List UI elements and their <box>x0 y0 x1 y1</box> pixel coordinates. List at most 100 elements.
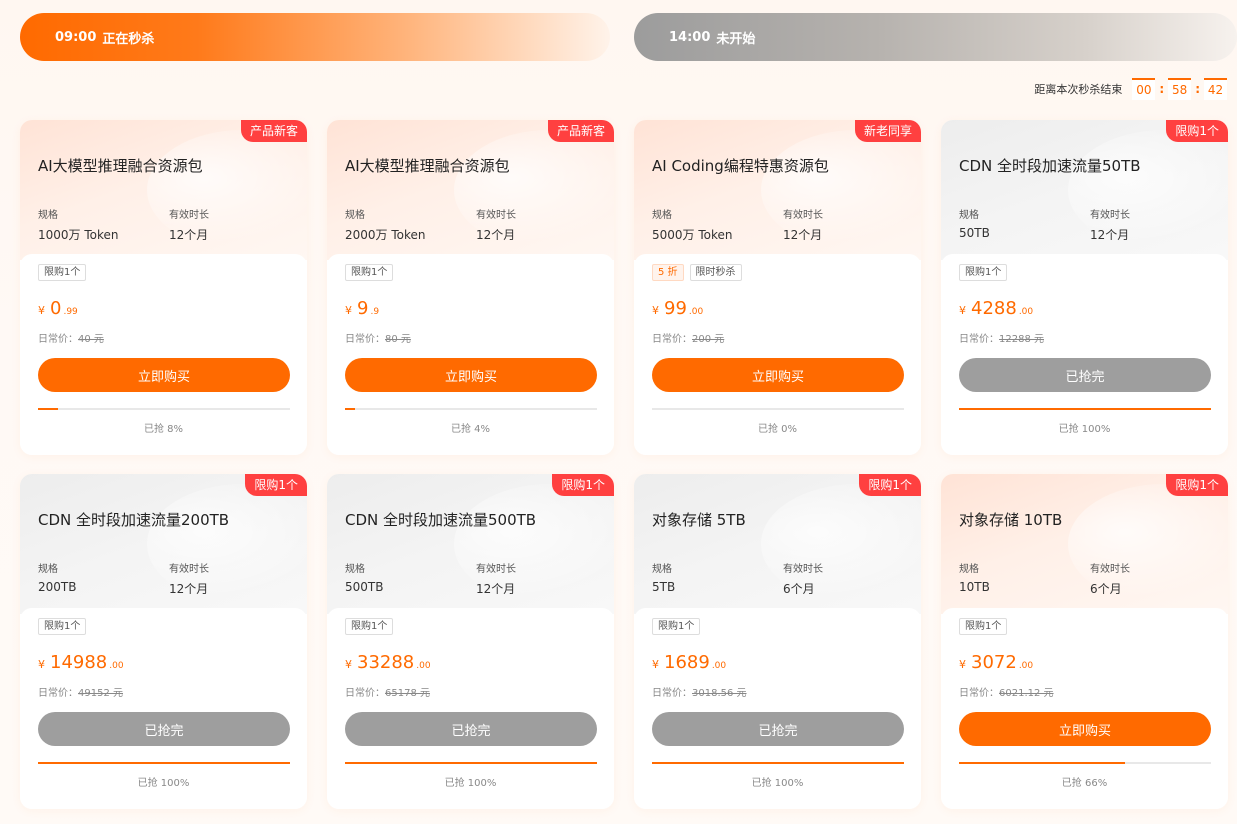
price-integer: 14988 <box>50 652 108 673</box>
duration-value: 12个月 <box>169 582 209 596</box>
duration-value: 12个月 <box>1090 228 1130 242</box>
sales-progress-bar <box>38 762 290 764</box>
duration-label: 有效时长 <box>783 210 823 221</box>
product-badge: 限购1个 <box>1166 474 1228 496</box>
product-title: CDN 全时段加速流量200TB <box>38 511 230 529</box>
product-card: 限购1个 CDN 全时段加速流量200TB 规格 有效时长 200TB 12个月 限购1个 ¥… <box>20 474 307 809</box>
discount-tag: 5 折 <box>652 264 684 281</box>
sale-price: ¥9.9 <box>345 298 379 319</box>
spec-value: 5000万 Token <box>652 228 733 242</box>
original-price: 日常价：3018.56 元 <box>652 684 747 699</box>
original-price: 日常价：6021.12 元 <box>959 684 1054 699</box>
countdown-seconds: 42 <box>1204 78 1227 100</box>
product-badge: 限购1个 <box>1166 120 1228 142</box>
duration-label: 有效时长 <box>1090 210 1130 221</box>
price-decimal: .00 <box>416 661 431 671</box>
duration-value: 12个月 <box>169 228 209 242</box>
price-integer: 4288 <box>971 298 1017 319</box>
sold-out-button[interactable]: 已抢完 <box>345 712 597 746</box>
duration-value: 6个月 <box>783 582 815 596</box>
sale-price: ¥1689.00 <box>652 652 726 673</box>
progress-fill <box>345 408 356 410</box>
price-integer: 3072 <box>971 652 1017 673</box>
original-price-value: 65178 元 <box>385 688 430 699</box>
currency-symbol: ¥ <box>652 304 659 317</box>
card-body: 限购1个 ¥0.99 日常价：40 元立即购买 已抢 8% <box>20 254 307 455</box>
currency-symbol: ¥ <box>959 304 966 317</box>
product-title: AI大模型推理融合资源包 <box>38 157 203 175</box>
duration-value: 12个月 <box>476 228 516 242</box>
tag-list: 5 折限时秒杀 <box>652 264 742 281</box>
original-price: 日常价：80 元 <box>345 330 411 345</box>
buy-now-button[interactable]: 立即购买 <box>959 712 1211 746</box>
session-status: 正在秒杀 <box>102 31 155 47</box>
original-price-label: 日常价： <box>345 334 385 345</box>
duration-label: 有效时长 <box>169 210 209 221</box>
spec-value: 5TB <box>652 580 676 594</box>
session-tab-upcoming[interactable]: 14:00 未开始 <box>634 13 1237 61</box>
buy-now-button[interactable]: 立即购买 <box>345 358 597 392</box>
sold-out-button[interactable]: 已抢完 <box>959 358 1211 392</box>
product-tag: 限购1个 <box>652 618 701 635</box>
progress-text: 已抢 100% <box>137 778 190 789</box>
duration-value: 6个月 <box>1090 582 1122 596</box>
product-tag: 限购1个 <box>38 618 87 635</box>
original-price-value: 40 元 <box>78 334 104 345</box>
original-price: 日常价：49152 元 <box>38 684 123 699</box>
progress-text: 已抢 66% <box>1061 778 1108 789</box>
duration-label: 有效时长 <box>476 564 516 575</box>
progress-text: 已抢 100% <box>444 778 497 789</box>
sold-out-button[interactable]: 已抢完 <box>652 712 904 746</box>
sales-progress-bar <box>345 762 597 764</box>
product-badge: 限购1个 <box>245 474 307 496</box>
price-decimal: .00 <box>711 661 727 671</box>
product-title: CDN 全时段加速流量50TB <box>959 157 1141 175</box>
product-tag: 限购1个 <box>345 264 394 281</box>
original-price-value: 49152 元 <box>78 688 123 699</box>
spec-value: 1000万 Token <box>38 228 119 242</box>
progress-fill <box>38 762 290 764</box>
product-tag: 限购1个 <box>345 618 394 635</box>
product-card: 新老同享 AI Coding编程特惠资源包 规格 有效时长 5000万 Token 12个… <box>634 120 921 455</box>
countdown-separator: : <box>1159 82 1165 96</box>
card-body: 限购1个 ¥14988.00 日常价：49152 元已抢完 已抢 100% <box>20 608 307 809</box>
session-time: 14:00 <box>669 29 711 45</box>
spec-label: 规格 <box>345 210 365 221</box>
sales-progress-bar <box>959 762 1211 764</box>
tag-list: 限购1个 <box>959 264 1008 281</box>
session-tab-active[interactable]: 09:00 正在秒杀 <box>20 13 610 61</box>
product-card: 限购1个 CDN 全时段加速流量50TB 规格 有效时长 50TB 12个月 限购1个 ¥42… <box>941 120 1228 455</box>
original-price-value: 12288 元 <box>999 334 1044 345</box>
original-price-value: 80 元 <box>385 334 411 345</box>
original-price-label: 日常价： <box>38 334 78 345</box>
card-body: 5 折限时秒杀 ¥99.00 日常价：200 元立即购买 已抢 0% <box>634 254 921 455</box>
original-price-label: 日常价： <box>959 334 999 345</box>
price-integer: 9 <box>357 298 369 319</box>
buy-now-button[interactable]: 立即购买 <box>38 358 290 392</box>
progress-text: 已抢 100% <box>1058 424 1111 435</box>
price-decimal: .9 <box>370 307 380 317</box>
product-title: 对象存储 5TB <box>652 511 746 529</box>
sales-progress-bar <box>345 408 597 410</box>
currency-symbol: ¥ <box>38 304 45 317</box>
product-card: 限购1个 对象存储 10TB 规格 有效时长 10TB 6个月 限购1个 ¥3072.00 日常… <box>941 474 1228 809</box>
tag-list: 限购1个 <box>345 618 394 635</box>
price-integer: 0 <box>50 298 62 319</box>
original-price: 日常价：65178 元 <box>345 684 430 699</box>
flash-sale-session-tabs: 09:00 正在秒杀 14:00 未开始 <box>20 13 1237 61</box>
countdown-separator: : <box>1195 82 1200 96</box>
buy-now-button[interactable]: 立即购买 <box>652 358 904 392</box>
spec-label: 规格 <box>345 564 365 575</box>
card-body: 限购1个 ¥1689.00 日常价：3018.56 元已抢完 已抢 100% <box>634 608 921 809</box>
product-title: CDN 全时段加速流量500TB <box>345 511 537 529</box>
original-price-label: 日常价： <box>345 688 385 699</box>
spec-value: 10TB <box>959 580 990 594</box>
original-price-label: 日常价： <box>652 688 692 699</box>
product-title: AI Coding编程特惠资源包 <box>652 157 829 175</box>
product-card: 产品新客 AI大模型推理融合资源包 规格 有效时长 1000万 Token 12个月 限购1… <box>20 120 307 455</box>
sale-price: ¥99.00 <box>652 298 703 319</box>
sold-out-button[interactable]: 已抢完 <box>38 712 290 746</box>
price-decimal: .00 <box>1018 661 1034 671</box>
progress-text: 已抢 0% <box>757 424 798 435</box>
sale-price: ¥33288.00 <box>345 652 431 673</box>
